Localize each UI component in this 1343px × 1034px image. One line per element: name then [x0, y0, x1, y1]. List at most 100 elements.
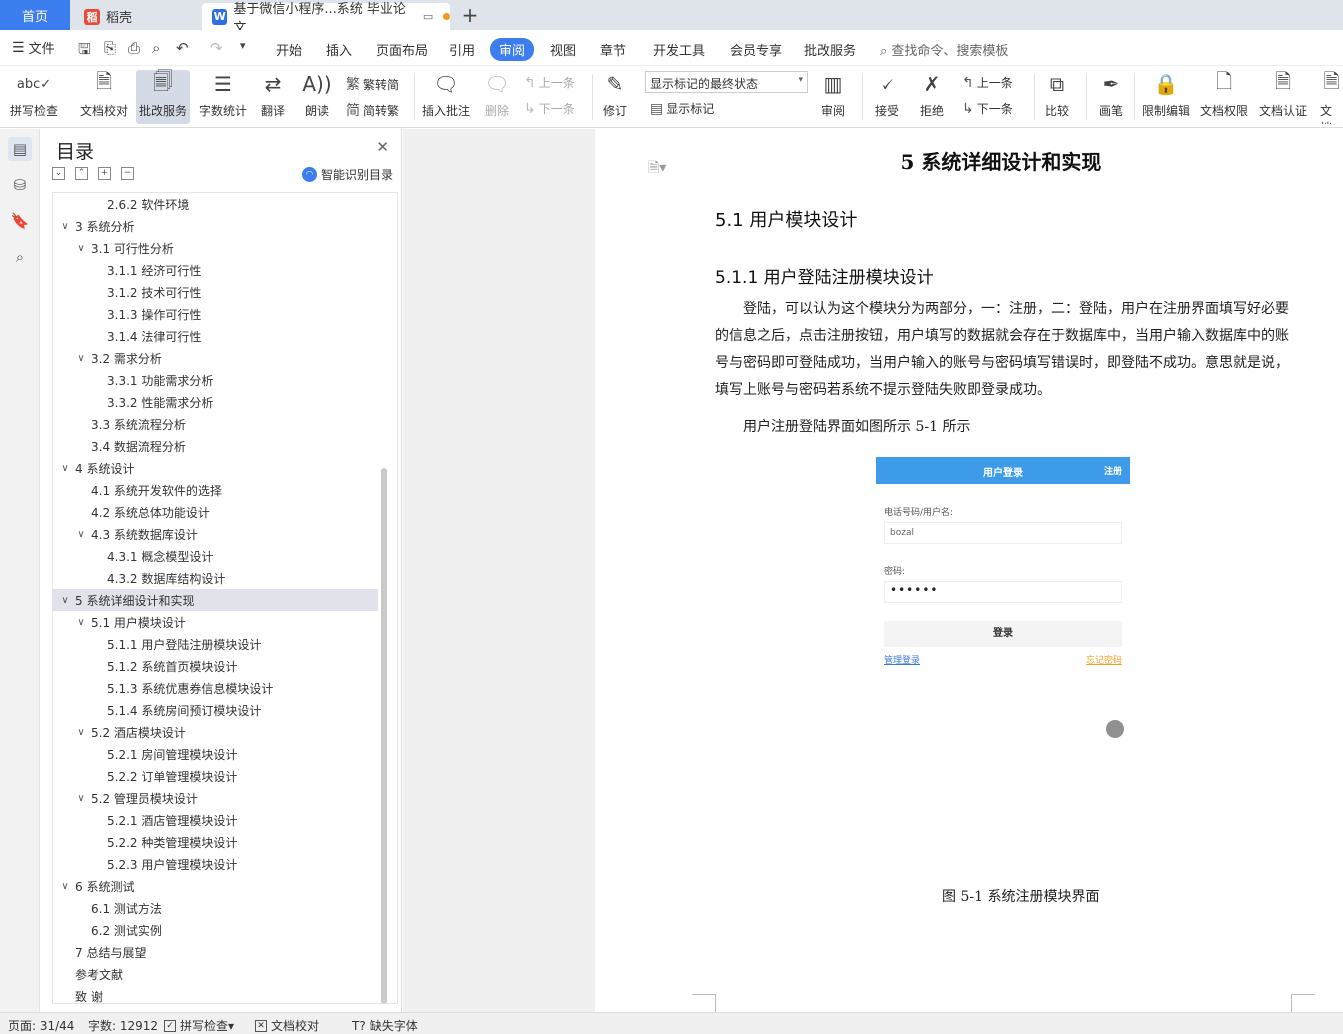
menu-home[interactable]: 开始	[276, 40, 302, 59]
toc-scrollbar[interactable]	[381, 468, 387, 1003]
accept-button[interactable]: 🗸 接受	[872, 70, 902, 124]
compare-button[interactable]: ⧉ 比较	[1042, 70, 1072, 124]
toc-item[interactable]: 5.2.2 订单管理模块设计	[53, 765, 378, 787]
toc-icon[interactable]: ▤	[8, 137, 32, 161]
toc-item[interactable]: ∨ 5.2 酒店模块设计	[53, 721, 378, 743]
tab-home[interactable]: 首页	[0, 0, 70, 30]
save-icon[interactable]: 🖫	[78, 39, 91, 64]
toc-item[interactable]: ∨ 5 系统详细设计和实现	[53, 589, 378, 611]
doc-more-button[interactable]: 🗎 文档	[1320, 70, 1343, 124]
revise-button[interactable]: ✎ 修订	[600, 70, 630, 124]
preview-icon[interactable]: ⌕	[152, 39, 160, 57]
reject-button[interactable]: ✗ 拒绝	[917, 70, 947, 124]
toc-item[interactable]: 3.1.1 经济可行性	[53, 259, 378, 281]
next-revision-button[interactable]: ↳ 下一条	[962, 100, 1013, 117]
toc-item[interactable]: 5.2.1 房间管理模块设计	[53, 743, 378, 765]
toc-item[interactable]: ∨ 4 系统设计	[53, 457, 378, 479]
simplified-to-traditional-button[interactable]: 简简转繁	[346, 100, 399, 120]
menu-review[interactable]: 审阅	[490, 38, 535, 61]
toc-item[interactable]: 3.3 系统流程分析	[53, 413, 378, 435]
chevron-down-icon[interactable]: ∨	[75, 353, 87, 364]
chevron-down-icon[interactable]: ∨	[75, 617, 87, 628]
toc-item[interactable]: 5.1.2 系统首页模块设计	[53, 655, 378, 677]
review-pane-button[interactable]: ▥ 审阅	[818, 70, 848, 124]
undo-icon[interactable]: ↶	[176, 39, 189, 57]
toc-item[interactable]: 5.2.3 用户管理模块设计	[53, 853, 378, 875]
menu-reference[interactable]: 引用	[449, 40, 475, 59]
new-tab-button[interactable]: +	[458, 3, 482, 27]
chevron-down-icon[interactable]: ∨	[59, 463, 71, 474]
menu-correction[interactable]: 批改服务	[804, 40, 856, 59]
toc-item[interactable]: ∨ 5.1 用户模块设计	[53, 611, 378, 633]
wordcount-button[interactable]: ☰ 字数统计	[199, 70, 247, 124]
toc-item[interactable]: 5.2.2 种类管理模块设计	[53, 831, 378, 853]
correction-service-button[interactable]: 🗐 批改服务	[136, 69, 191, 124]
toc-item[interactable]: 2.6.2 软件环境	[53, 193, 378, 215]
chapter-nav-icon[interactable]: ⛁	[8, 173, 32, 197]
chevron-down-icon[interactable]: ∨	[59, 221, 71, 232]
toc-item[interactable]: ∨ 5.2 管理员模块设计	[53, 787, 378, 809]
proofread-status[interactable]: ✕ 文档校对	[255, 1017, 319, 1034]
document-page[interactable]: 🗎▾ 5 系统详细设计和实现 5.1 用户模块设计 5.1.1 用户登陆注册模块…	[595, 129, 1343, 1012]
chevron-down-icon[interactable]: ∨	[75, 243, 87, 254]
restrict-edit-button[interactable]: 🔒 限制编辑	[1142, 70, 1190, 124]
delete-comment-button[interactable]: 🗨 删除	[482, 70, 512, 124]
missing-font-status[interactable]: T? 缺失字体	[352, 1017, 418, 1034]
bookmark-icon[interactable]: 🔖	[8, 209, 32, 233]
toc-item[interactable]: 6.1 测试方法	[53, 897, 378, 919]
mark-state-select[interactable]: 显示标记的最终状态 ▾	[645, 71, 808, 93]
toc-item[interactable]: 致 谢	[53, 985, 378, 1004]
toc-item[interactable]: 4.2 系统总体功能设计	[53, 501, 378, 523]
toc-item[interactable]: 6.2 测试实例	[53, 919, 378, 941]
export-icon[interactable]: ⎘	[104, 39, 116, 57]
toc-item[interactable]: ∨ 6 系统测试	[53, 875, 378, 897]
menu-view[interactable]: 视图	[550, 40, 576, 59]
toc-item[interactable]: 3.3.2 性能需求分析	[53, 391, 378, 413]
chevron-down-icon[interactable]: ∨	[75, 727, 87, 738]
toc-item[interactable]: 3.1.4 法律可行性	[53, 325, 378, 347]
toc-item[interactable]: ∨ 3.2 需求分析	[53, 347, 378, 369]
toc-item[interactable]: ∨ 3.1 可行性分析	[53, 237, 378, 259]
traditional-to-simplified-button[interactable]: 繁繁转简	[346, 74, 399, 94]
word-count[interactable]: 字数: 12912	[88, 1017, 158, 1034]
prev-revision-button[interactable]: ↰ 上一条	[962, 74, 1013, 91]
chevron-down-icon[interactable]: ∨	[59, 881, 71, 892]
prev-comment-button[interactable]: ↰ 上一条	[524, 74, 575, 91]
read-aloud-button[interactable]: A)) 朗读	[302, 70, 332, 124]
toc-item[interactable]: 4.3.1 概念模型设计	[53, 545, 378, 567]
menu-layout[interactable]: 页面布局	[376, 40, 428, 59]
toc-item[interactable]: 3.4 数据流程分析	[53, 435, 378, 457]
add-heading-icon[interactable]: +	[98, 167, 111, 180]
menu-member[interactable]: 会员专享	[730, 40, 782, 59]
doc-permission-button[interactable]: 🗋 文档权限	[1200, 69, 1248, 124]
page-count[interactable]: 页面: 31/44	[8, 1017, 74, 1034]
close-icon[interactable]: ✕	[376, 138, 389, 156]
tab-document[interactable]: W 基于微信小程序...系统 毕业论文 ▭	[202, 2, 450, 36]
spellcheck-status[interactable]: ✓ 拼写检查 ▾	[164, 1017, 234, 1034]
toc-item[interactable]: ∨ 3 系统分析	[53, 215, 378, 237]
insert-comment-button[interactable]: 🗨 插入批注	[422, 70, 470, 124]
find-icon[interactable]: ⌕	[8, 245, 32, 269]
pen-button[interactable]: ✒ 画笔	[1096, 70, 1126, 124]
toc-item[interactable]: 5.2.1 酒店管理模块设计	[53, 809, 378, 831]
toc-item[interactable]: 3.1.2 技术可行性	[53, 281, 378, 303]
tab-straw[interactable]: 稻 稻壳	[74, 3, 198, 30]
monitor-icon[interactable]: ▭	[423, 10, 433, 23]
expand-all-icon[interactable]: ⌃	[75, 167, 88, 180]
toc-item[interactable]: 4.3.2 数据库结构设计	[53, 567, 378, 589]
toc-item[interactable]: 7 总结与展望	[53, 941, 378, 963]
print-icon[interactable]: ⎙	[128, 39, 140, 57]
toc-item[interactable]: 5.1.3 系统优惠券信息模块设计	[53, 677, 378, 699]
toc-item[interactable]: 5.1.1 用户登陆注册模块设计	[53, 633, 378, 655]
menu-insert[interactable]: 插入	[326, 40, 352, 59]
redo-icon[interactable]: ↷	[210, 39, 223, 57]
menu-chapter[interactable]: 章节	[600, 40, 626, 59]
file-menu-button[interactable]: ☰ 文件	[12, 38, 55, 58]
proofread-button[interactable]: 🗎 文档校对	[80, 69, 128, 124]
remove-heading-icon[interactable]: −	[121, 167, 134, 180]
menu-developer[interactable]: 开发工具	[653, 40, 705, 59]
toc-item[interactable]: 参考文献	[53, 963, 378, 985]
spellcheck-button[interactable]: abc✓ 拼写检查	[10, 70, 58, 124]
chevron-down-icon[interactable]: ∨	[75, 793, 87, 804]
smart-toc-button[interactable]: ◠ 智能识别目录	[301, 166, 393, 183]
